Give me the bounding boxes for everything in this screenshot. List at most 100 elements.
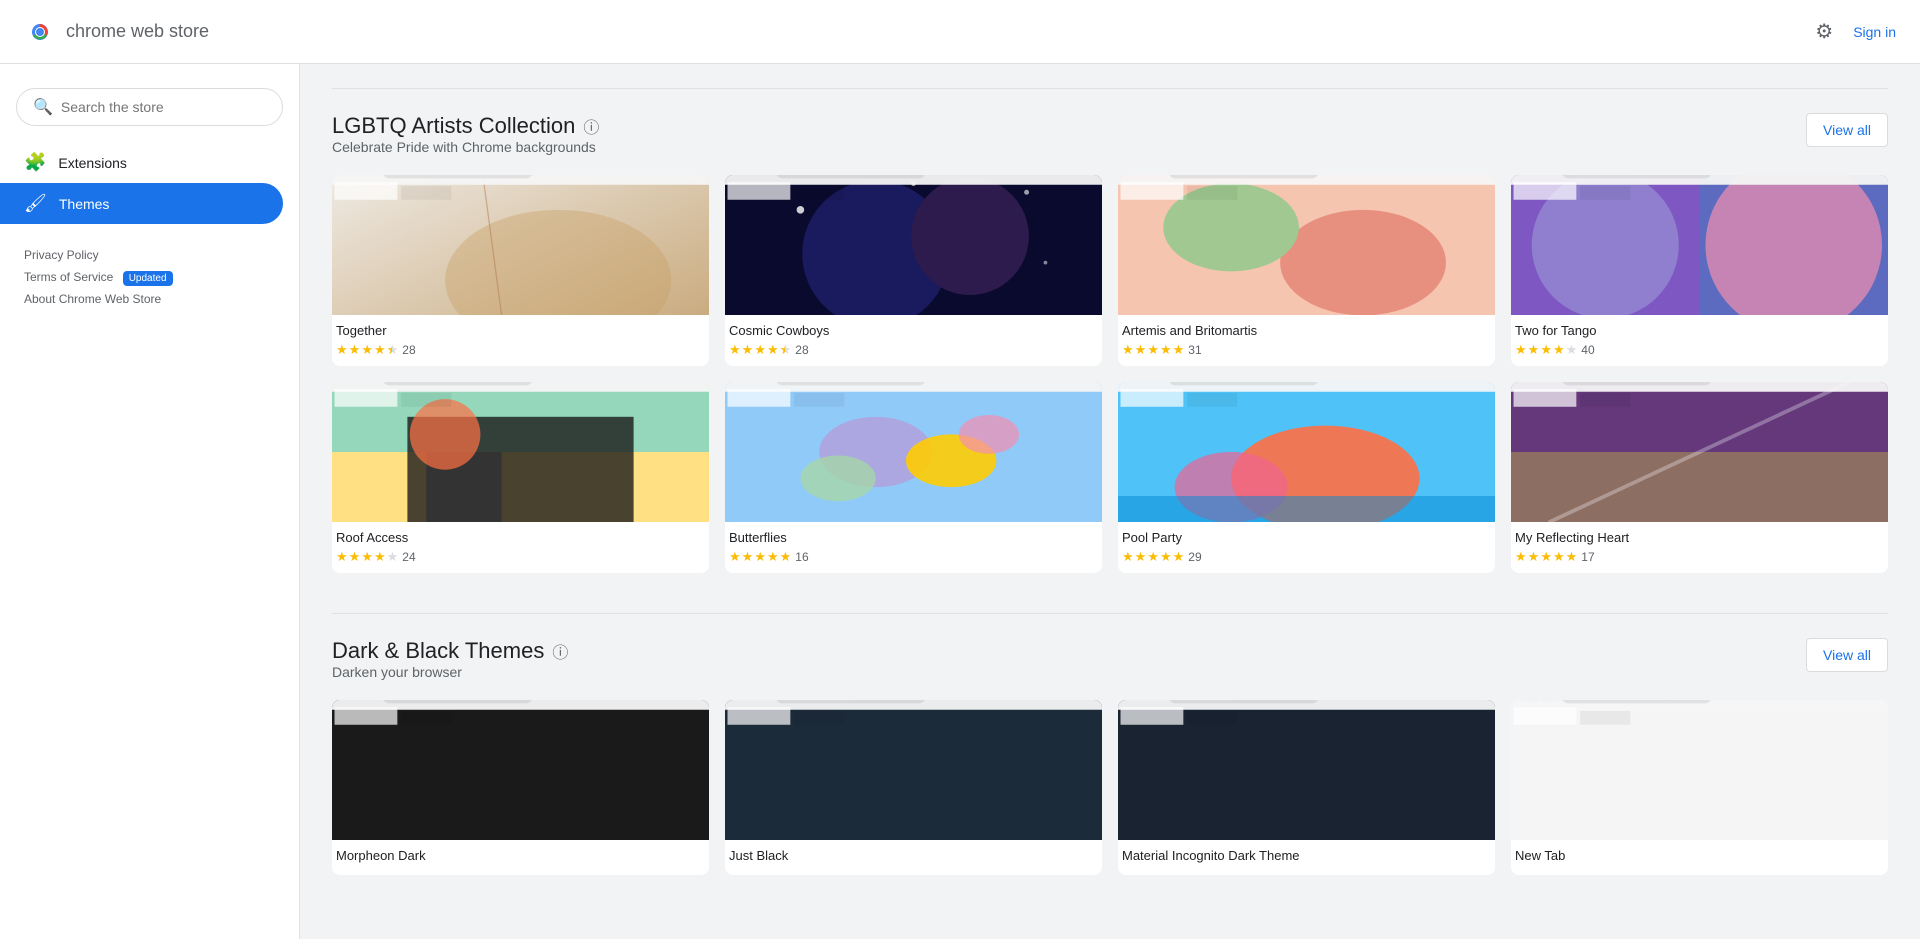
star-half: ★★: [387, 342, 399, 358]
star-full: ★: [1122, 549, 1134, 565]
star-full: ★: [1147, 342, 1159, 358]
theme-rating-row: ★★★★★ 29: [1122, 549, 1491, 565]
theme-rating-row: ★★★★★ 17: [1515, 549, 1884, 565]
theme-name: Pool Party: [1122, 530, 1491, 545]
star-rating: ★★★★★: [336, 549, 398, 565]
theme-thumbnail: [1118, 700, 1495, 840]
brush-icon: 🖌: [24, 193, 47, 214]
page-layout: 🔍 🧩 Extensions 🖌 Themes Privacy Policy T…: [0, 64, 1920, 939]
star-full: ★: [767, 342, 779, 358]
lgbtq-section: LGBTQ Artists Collection ⓘ Celebrate Pri…: [332, 88, 1888, 573]
theme-thumbnail: [725, 175, 1102, 315]
theme-card[interactable]: Butterflies ★★★★★ 16: [725, 382, 1102, 573]
theme-card[interactable]: Just Black: [725, 700, 1102, 875]
star-full: ★: [1540, 342, 1552, 358]
theme-rating-row: ★★★★★ 40: [1515, 342, 1884, 358]
star-full: ★: [349, 342, 361, 358]
lgbtq-title-group: LGBTQ Artists Collection ⓘ Celebrate Pri…: [332, 113, 599, 171]
star-full: ★: [1122, 342, 1134, 358]
theme-thumbnail: New Tab: [1511, 700, 1888, 840]
star-full: ★: [1160, 549, 1172, 565]
star-full: ★: [1528, 342, 1540, 358]
lgbtq-theme-grid: Together ★★★★★★ 28: [332, 175, 1888, 573]
star-empty: ★: [387, 549, 399, 565]
theme-name: My Reflecting Heart: [1515, 530, 1884, 545]
terms-of-service-link[interactable]: Terms of Service Updated: [24, 270, 275, 284]
theme-card[interactable]: New Tab New Tab: [1511, 700, 1888, 875]
chrome-logo-icon: [24, 16, 56, 48]
dark-section-title: Dark & Black Themes ⓘ: [332, 638, 568, 664]
search-icon: 🔍: [33, 97, 53, 117]
star-full: ★: [742, 549, 754, 565]
privacy-policy-link[interactable]: Privacy Policy: [24, 248, 275, 262]
dark-view-all-button[interactable]: View all: [1806, 638, 1888, 672]
lgbtq-section-subtitle: Celebrate Pride with Chrome backgrounds: [332, 139, 599, 155]
star-rating: ★★★★★★: [729, 342, 791, 358]
star-rating: ★★★★★★: [336, 342, 398, 358]
lgbtq-section-title: LGBTQ Artists Collection ⓘ: [332, 113, 599, 139]
puzzle-icon: 🧩: [24, 152, 46, 173]
theme-card[interactable]: Together ★★★★★★ 28: [332, 175, 709, 366]
star-rating: ★★★★★: [1515, 549, 1577, 565]
theme-name: Material Incognito Dark Theme: [1122, 848, 1491, 863]
theme-card[interactable]: Roof Access ★★★★★ 24: [332, 382, 709, 573]
theme-info: Material Incognito Dark Theme: [1118, 840, 1495, 875]
sidebar-footer-links: Privacy Policy Terms of Service Updated …: [0, 232, 299, 322]
about-link[interactable]: About Chrome Web Store: [24, 292, 275, 306]
lgbtq-info-icon[interactable]: ⓘ: [583, 114, 599, 138]
sidebar-item-themes[interactable]: 🖌 Themes: [0, 183, 283, 224]
star-full: ★: [361, 549, 373, 565]
site-title: chrome web store: [66, 21, 209, 42]
theme-info: Together ★★★★★★ 28: [332, 315, 709, 366]
search-box: 🔍: [16, 88, 283, 126]
theme-name: Roof Access: [336, 530, 705, 545]
theme-card[interactable]: Material Incognito Dark Theme: [1118, 700, 1495, 875]
extensions-label: Extensions: [58, 155, 126, 171]
star-full: ★: [767, 549, 779, 565]
theme-card[interactable]: Two for Tango ★★★★★ 40: [1511, 175, 1888, 366]
star-full: ★: [336, 342, 348, 358]
themes-label: Themes: [59, 196, 110, 212]
rating-count: 31: [1188, 343, 1201, 357]
rating-count: 29: [1188, 550, 1201, 564]
theme-card[interactable]: Cosmic Cowboys ★★★★★★ 28: [725, 175, 1102, 366]
rating-count: 16: [795, 550, 808, 564]
theme-info: Cosmic Cowboys ★★★★★★ 28: [725, 315, 1102, 366]
theme-thumbnail: [1118, 175, 1495, 315]
theme-card[interactable]: Pool Party ★★★★★ 29: [1118, 382, 1495, 573]
dark-section-divider: [332, 613, 1888, 614]
theme-info: Artemis and Britomartis ★★★★★ 31: [1118, 315, 1495, 366]
dark-info-icon[interactable]: ⓘ: [552, 639, 568, 663]
star-full: ★: [349, 549, 361, 565]
star-full: ★: [1173, 549, 1185, 565]
sidebar-item-extensions[interactable]: 🧩 Extensions: [0, 142, 283, 183]
rating-count: 28: [795, 343, 808, 357]
theme-thumbnail: [1118, 382, 1495, 522]
search-input[interactable]: [61, 99, 266, 115]
star-full: ★: [1540, 549, 1552, 565]
theme-card[interactable]: Artemis and Britomartis ★★★★★ 31: [1118, 175, 1495, 366]
theme-thumbnail: [725, 382, 1102, 522]
theme-name: Butterflies: [729, 530, 1098, 545]
theme-thumbnail: [332, 700, 709, 840]
dark-section-header: Dark & Black Themes ⓘ Darken your browse…: [332, 638, 1888, 696]
star-full: ★: [742, 342, 754, 358]
theme-rating-row: ★★★★★★ 28: [336, 342, 705, 358]
sidebar: 🔍 🧩 Extensions 🖌 Themes Privacy Policy T…: [0, 64, 300, 939]
logo: chrome web store: [24, 16, 209, 48]
theme-card[interactable]: My Reflecting Heart ★★★★★ 17: [1511, 382, 1888, 573]
star-full: ★: [1553, 342, 1565, 358]
sign-in-link[interactable]: Sign in: [1853, 24, 1896, 40]
star-full: ★: [1566, 549, 1578, 565]
theme-name: Just Black: [729, 848, 1098, 863]
star-full: ★: [1147, 549, 1159, 565]
settings-button[interactable]: ⚙: [1811, 15, 1837, 48]
star-rating: ★★★★★: [729, 549, 791, 565]
theme-name: Two for Tango: [1515, 323, 1884, 338]
star-full: ★: [780, 549, 792, 565]
star-full: ★: [336, 549, 348, 565]
star-full: ★: [729, 342, 741, 358]
header: chrome web store ⚙ Sign in: [0, 0, 1920, 64]
theme-card[interactable]: Morpheon Dark: [332, 700, 709, 875]
lgbtq-view-all-button[interactable]: View all: [1806, 113, 1888, 147]
